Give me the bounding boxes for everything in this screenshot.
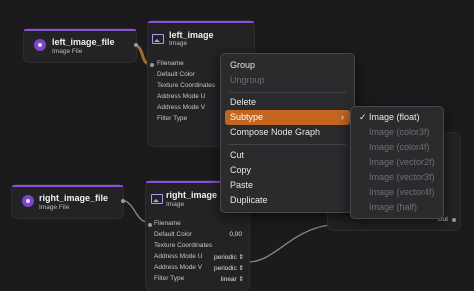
port-address-mode-v: Address Mode V [157,104,206,111]
menu-item-paste[interactable]: Paste [225,178,350,193]
node-subtitle: Image File [52,48,83,55]
address-mode-v-select[interactable]: periodic ⇕ [214,264,244,272]
port-filename: Filename [154,220,181,227]
wire-out [247,224,331,263]
port-address-mode-u: Address Mode U [157,93,206,100]
menu-item-group[interactable]: Group [225,58,350,73]
stepper-icon: ⇕ [238,254,244,261]
address-mode-u-select[interactable]: periodic ⇕ [214,253,244,261]
default-color-value[interactable]: 0,00 [229,231,242,238]
node-title: left_image_file [52,37,115,47]
menu-item-copy[interactable]: Copy [225,163,350,178]
port-texture-coordinates: Texture Coordinates [154,242,213,249]
port-address-mode-u: Address Mode U [154,253,203,260]
submenu-item-image-vector2f: Image (vector2f) [369,157,435,167]
node-subtitle: Image [166,201,185,208]
chevron-right-icon: › [341,112,344,122]
node-title: right_image [166,190,218,200]
output-port[interactable] [134,43,138,47]
menu-item-compose-node-graph[interactable]: Compose Node Graph [225,125,350,140]
port-default-color: Default Color [154,231,192,238]
checkmark-icon: ✓ [359,112,367,122]
port-address-mode-v: Address Mode V [154,264,203,271]
submenu-item-image-half: Image (half) [369,202,418,212]
context-menu: Group Ungroup Delete Subtype › Compose N… [220,53,355,213]
input-port[interactable] [150,63,154,67]
file-circle-icon [34,39,46,51]
wire-right [119,199,149,223]
image-icon [152,34,164,44]
file-circle-icon [22,195,34,207]
stepper-icon: ⇕ [238,265,244,272]
output-port[interactable] [121,199,125,203]
port-default-color: Default Color [157,71,195,78]
menu-item-subtype[interactable]: Subtype › [225,110,350,125]
menu-separator [229,144,346,145]
node-title: right_image_file [39,193,109,203]
menu-item-cut[interactable]: Cut [225,148,350,163]
left-image-file-node[interactable]: left_image_file Image File [24,29,138,62]
menu-item-subtype-label: Subtype [230,112,264,122]
stepper-icon: ⇕ [238,276,244,283]
submenu-item-image-vector3f: Image (vector3f) [369,172,435,182]
node-subtitle: Image File [39,204,70,211]
subtype-submenu: ✓ Image (float) Image (color3f) Image (c… [350,106,444,219]
submenu-item-image-color3f: Image (color3f) [369,127,430,137]
image-icon [151,194,163,204]
submenu-item-image-color4f: Image (color4f) [369,142,430,152]
node-subtitle: Image [169,40,188,47]
port-filter-type: Filter Type [157,115,188,122]
input-port[interactable] [148,223,152,227]
output-port[interactable] [452,218,456,222]
submenu-item-label: Image (float) [369,112,420,122]
address-mode-u-value: periodic [213,254,237,261]
filter-type-value: linear [220,276,237,283]
menu-item-duplicate[interactable]: Duplicate [225,193,350,208]
menu-item-ungroup: Ungroup [230,75,265,85]
right-image-file-node[interactable]: right_image_file Image File [12,185,125,218]
node-title: left_image [169,30,214,40]
submenu-item-image-vector4f: Image (vector4f) [369,187,435,197]
filter-type-select[interactable]: linear ⇕ [221,275,244,283]
address-mode-v-value: periodic [213,265,237,272]
port-filter-type: Filter Type [154,275,185,282]
port-texture-coordinates: Texture Coordinates [157,82,216,89]
menu-separator [229,92,346,93]
menu-item-delete[interactable]: Delete [225,95,350,110]
submenu-item-image-float[interactable]: ✓ Image (float) [355,110,439,125]
port-filename: Filename [157,60,184,67]
